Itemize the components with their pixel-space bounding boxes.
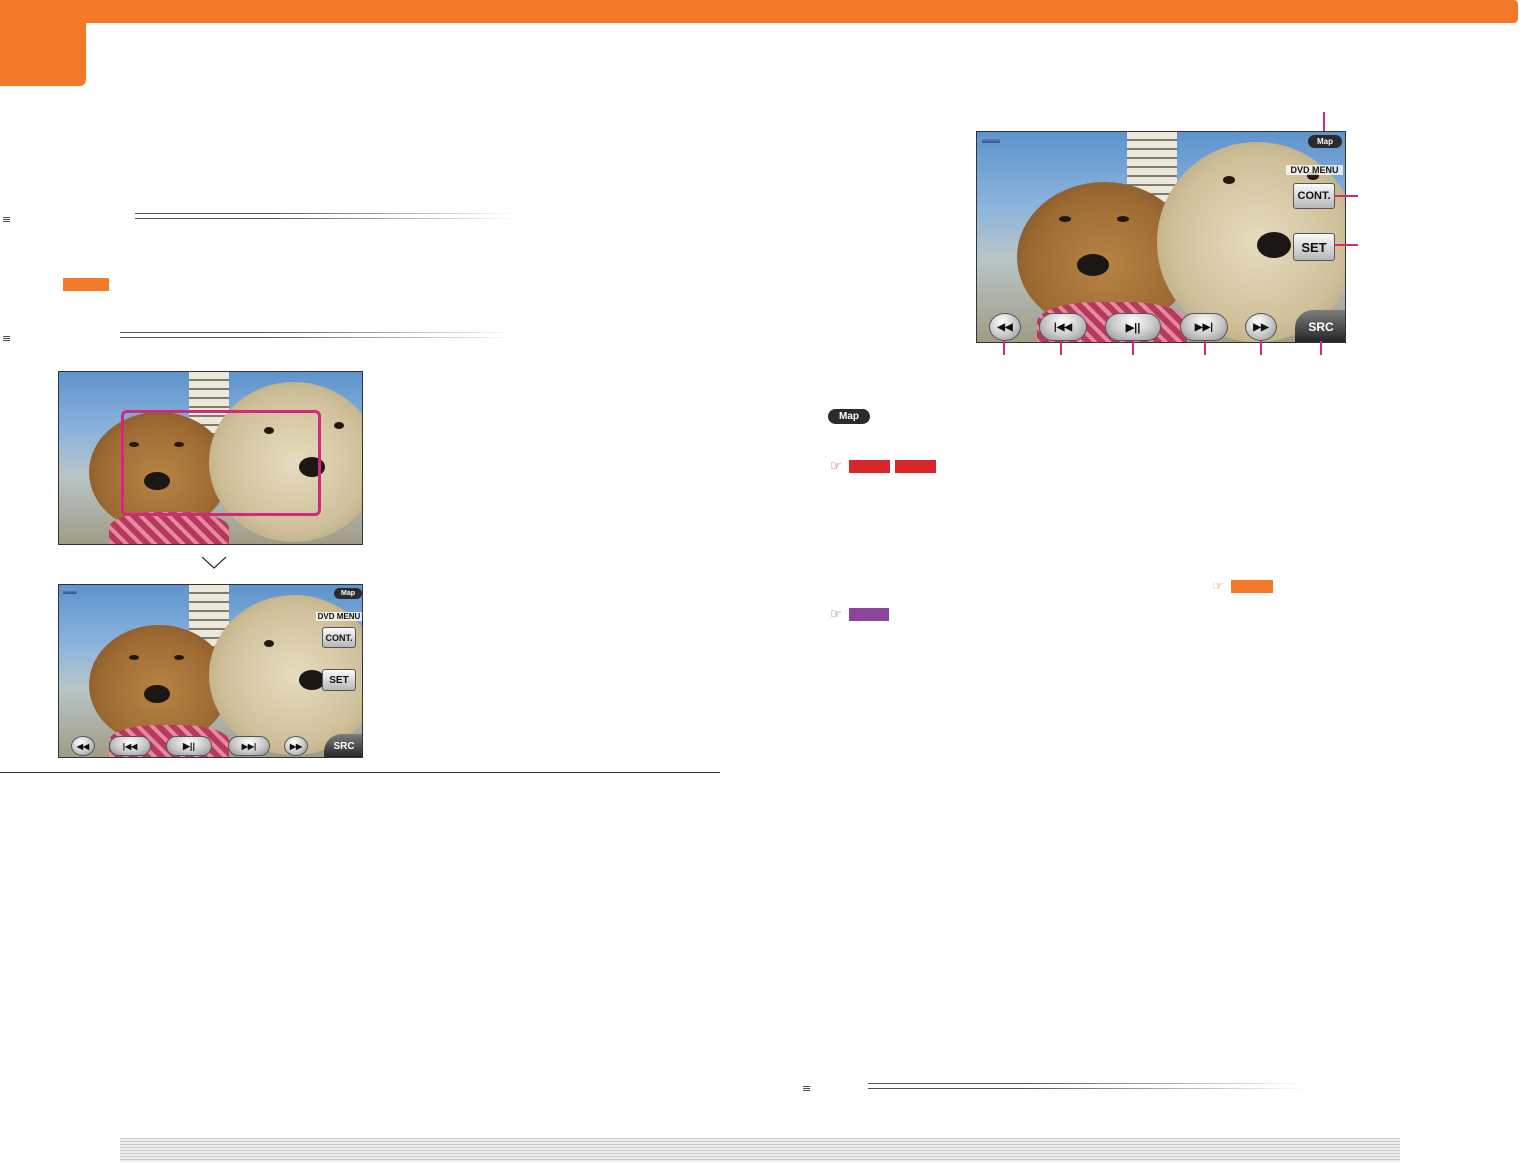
disc-icon: [982, 137, 1000, 143]
play-pause-button[interactable]: ▶||: [1105, 313, 1161, 341]
red-reference-tag-1[interactable]: [849, 460, 890, 473]
play-pause-button[interactable]: ▶||: [166, 736, 212, 756]
callout-line-set: [1334, 244, 1358, 246]
map-button[interactable]: Map: [1308, 135, 1342, 148]
callout-line-cont: [1334, 195, 1358, 197]
cont-button[interactable]: CONT.: [322, 627, 356, 648]
menu-lines-icon: ≡: [2, 332, 12, 345]
next-chapter-button[interactable]: ▶▶|: [228, 736, 270, 756]
set-button[interactable]: SET: [322, 669, 356, 691]
reference-hand-icon: ☞: [830, 459, 842, 474]
rewind-button[interactable]: ◀◀: [989, 313, 1021, 341]
callout-line-rewind: [1003, 341, 1005, 355]
menu-lines-icon: ≡: [2, 213, 12, 226]
dvd-menu-label: DVD MENU: [1286, 165, 1343, 175]
dvd-menu-label: DVD MENU: [316, 612, 362, 621]
reference-hand-icon: ☞: [830, 607, 842, 622]
red-reference-tag-2[interactable]: [895, 460, 936, 473]
callout-line-previous: [1060, 341, 1062, 355]
purple-reference-tag[interactable]: [849, 608, 889, 621]
callout-line-src: [1320, 341, 1322, 355]
previous-chapter-button[interactable]: |◀◀: [1039, 313, 1087, 341]
previous-chapter-button[interactable]: |◀◀: [109, 736, 151, 756]
fast-forward-button[interactable]: ▶▶: [1245, 313, 1277, 341]
footer-band: [120, 1138, 1400, 1162]
set-button[interactable]: SET: [1293, 233, 1335, 261]
down-chevron-icon: [201, 556, 227, 569]
disc-icon: [63, 589, 77, 594]
src-button[interactable]: SRC: [324, 734, 362, 757]
video-screen-no-controls: [58, 371, 363, 545]
callout-line-next: [1204, 341, 1206, 355]
chapter-tab: [0, 0, 86, 86]
section-rule-1: [135, 213, 515, 219]
orange-reference-tag: [63, 278, 109, 291]
page-divider: [0, 772, 720, 773]
orange-reference-tag[interactable]: [1231, 580, 1273, 593]
src-button[interactable]: SRC: [1295, 310, 1345, 342]
menu-lines-icon: ≡: [802, 1082, 812, 1095]
cont-button[interactable]: CONT.: [1293, 183, 1335, 209]
callout-line-play-pause: [1132, 341, 1134, 355]
callout-line-map: [1323, 112, 1325, 131]
map-icon-inline: Map: [828, 409, 870, 424]
next-chapter-button[interactable]: ▶▶|: [1180, 313, 1228, 341]
reference-hand-icon: ☞: [1212, 579, 1224, 594]
rewind-button[interactable]: ◀◀: [71, 736, 95, 756]
annotated-video-screen: Map DVD MENU CONT. SET ◀◀ |◀◀ ▶|| ▶▶| ▶▶…: [976, 131, 1346, 343]
fast-forward-button[interactable]: ▶▶: [284, 736, 308, 756]
section-rule-2: [120, 332, 515, 338]
video-screen-with-controls: Map DVD MENU CONT. SET ◀◀ |◀◀ ▶|| ▶▶| ▶▶…: [58, 584, 363, 758]
section-rule-3: [868, 1083, 1308, 1089]
callout-line-forward: [1260, 341, 1262, 355]
header-bar: [0, 0, 1518, 23]
map-button[interactable]: Map: [334, 588, 362, 599]
touch-area-highlight[interactable]: [121, 410, 321, 516]
